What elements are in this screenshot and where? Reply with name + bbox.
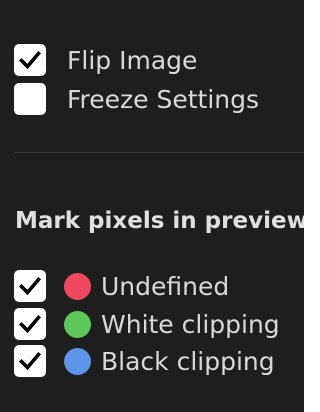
undefined-checkbox[interactable] [14, 270, 46, 302]
checkmark-icon [18, 276, 42, 296]
settings-panel: Flip Image Freeze Settings Mark pixels i… [0, 0, 308, 412]
mark-pixels-title: Mark pixels in preview [15, 208, 308, 234]
undefined-label: Undefined [101, 271, 230, 301]
white-clipping-color-dot [64, 310, 91, 338]
black-clipping-color-dot [64, 347, 91, 375]
flip-image-option[interactable]: Flip Image [14, 42, 197, 78]
section-divider [14, 152, 307, 153]
checkmark-icon [18, 314, 42, 334]
white-clipping-option[interactable]: White clipping [14, 306, 280, 342]
flip-image-checkbox[interactable] [14, 44, 46, 76]
freeze-settings-option[interactable]: Freeze Settings [14, 81, 259, 117]
white-clipping-label: White clipping [101, 309, 280, 339]
black-clipping-label: Black clipping [101, 346, 275, 376]
black-clipping-option[interactable]: Black clipping [14, 343, 275, 379]
white-clipping-checkbox[interactable] [14, 308, 46, 340]
freeze-settings-checkbox[interactable] [14, 83, 46, 115]
flip-image-label: Flip Image [67, 45, 198, 75]
window-edge [304, 0, 307, 412]
checkmark-icon [18, 50, 42, 70]
black-clipping-checkbox[interactable] [14, 345, 46, 377]
checkmark-icon [18, 351, 42, 371]
undefined-option[interactable]: Undefined [14, 268, 229, 304]
undefined-color-dot [64, 272, 91, 300]
freeze-settings-label: Freeze Settings [67, 84, 260, 114]
